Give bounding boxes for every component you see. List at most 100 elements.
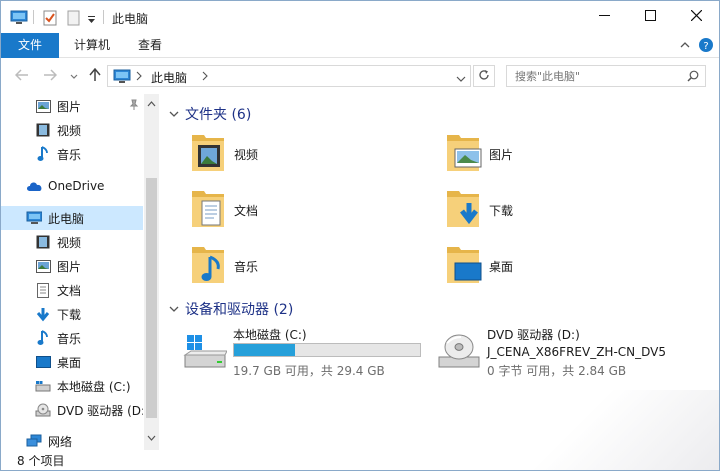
documents-folder-icon: [188, 187, 228, 234]
tab-computer[interactable]: 计算机: [63, 33, 121, 58]
drive-volume-label: J_CENA_X86FREV_ZH-CN_DV5: [487, 345, 667, 359]
chevron-down-icon: [169, 302, 179, 316]
nav-item-pc-desktop[interactable]: 桌面: [1, 350, 143, 374]
search-box[interactable]: [506, 65, 706, 87]
nav-item-onedrive[interactable]: OneDrive: [1, 174, 143, 198]
music-folder-icon: [188, 243, 228, 290]
expand-ribbon-icon[interactable]: [679, 37, 691, 56]
drive-name: 本地磁盘 (C:): [233, 328, 307, 342]
tab-file[interactable]: 文件: [1, 33, 59, 58]
forward-arrow-icon: [43, 68, 58, 84]
ribbon: 文件 计算机 查看 ?: [1, 33, 719, 58]
nav-item-pc-downloads[interactable]: 下载: [1, 302, 143, 326]
folder-music[interactable]: 音乐: [188, 242, 408, 290]
pin-icon[interactable]: [129, 99, 139, 114]
desktop-icon: [35, 354, 51, 370]
back-arrow-icon: [14, 68, 29, 84]
content-pane: 文件夹 (6) 视频 图片 文档 下载 音乐 桌面 设备和驱动器 (2) 本地磁…: [161, 94, 719, 450]
folder-videos[interactable]: 视频: [188, 130, 408, 178]
downloads-icon: [35, 306, 51, 322]
nav-item-network[interactable]: 网络: [1, 429, 143, 450]
scroll-up-arrow[interactable]: [144, 97, 159, 111]
dvd-drive-icon: [437, 333, 481, 374]
breadcrumb-chevron-icon[interactable]: [136, 70, 142, 84]
videos-folder-icon: [188, 131, 228, 178]
search-input[interactable]: [515, 69, 675, 84]
nav-item-pc-videos[interactable]: 视频: [1, 230, 143, 254]
minimize-icon: [598, 10, 610, 24]
customize-quick-access-icon[interactable]: [87, 13, 96, 27]
drive-dvd-d[interactable]: DVD 驱动器 (D:) J_CENA_X86FREV_ZH-CN_DV5 0 …: [437, 325, 687, 381]
desktop-folder-icon: [443, 243, 483, 290]
breadcrumb-this-pc[interactable]: 此电脑: [151, 69, 187, 86]
drive-name: DVD 驱动器 (D:): [487, 328, 580, 342]
new-folder-icon[interactable]: [67, 10, 80, 29]
folder-downloads[interactable]: 下载: [443, 186, 663, 234]
local-disk-icon: [183, 333, 228, 374]
title-bar: 此电脑: [1, 1, 719, 33]
videos-icon: [35, 122, 51, 138]
tab-view[interactable]: 查看: [125, 33, 175, 58]
address-row: 此电脑: [1, 58, 719, 94]
computer-icon[interactable]: [10, 10, 28, 29]
network-icon: [26, 433, 42, 449]
documents-icon: [35, 282, 51, 298]
devices-group-header[interactable]: 设备和驱动器 (2): [169, 298, 293, 320]
nav-item-local-disk[interactable]: 本地磁盘 (C:): [1, 374, 143, 398]
folder-pictures[interactable]: 图片: [443, 130, 663, 178]
capacity-bar: [233, 343, 421, 357]
folder-documents[interactable]: 文档: [188, 186, 408, 234]
nav-item-pc-documents[interactable]: 文档: [1, 278, 143, 302]
maximize-button[interactable]: [627, 1, 673, 33]
title-separator: [103, 10, 104, 24]
local-disk-icon: [35, 378, 51, 394]
folder-desktop[interactable]: 桌面: [443, 242, 663, 290]
pictures-icon: [35, 98, 51, 114]
properties-icon[interactable]: [43, 10, 57, 29]
maximize-icon: [644, 10, 656, 24]
breadcrumb-chevron-icon[interactable]: [202, 70, 208, 84]
videos-icon: [35, 234, 51, 250]
up-arrow-icon: [89, 67, 101, 85]
nav-item-music[interactable]: 音乐: [1, 142, 143, 166]
minimize-button[interactable]: [581, 1, 627, 33]
refresh-button[interactable]: [473, 65, 495, 87]
up-button[interactable]: [86, 67, 104, 85]
title-separator: [33, 10, 34, 24]
address-bar[interactable]: 此电脑: [107, 65, 471, 87]
navigation-pane: 图片 视频 音乐 OneDrive 此电脑 视频 图片 文档 下载 音乐 桌面 …: [1, 94, 159, 450]
scroll-thumb[interactable]: [146, 178, 157, 418]
recent-locations-button[interactable]: [65, 67, 83, 85]
forward-button[interactable]: [41, 67, 59, 85]
nav-item-dvd-drive[interactable]: DVD 驱动器 (D:: [1, 398, 143, 422]
drive-usage: 0 字节 可用，共 2.84 GB: [487, 364, 627, 378]
search-icon[interactable]: [687, 70, 699, 85]
dvd-drive-icon: [35, 402, 51, 418]
address-dropdown-icon[interactable]: [456, 72, 466, 86]
music-icon: [35, 146, 51, 162]
nav-item-pictures[interactable]: 图片: [1, 94, 143, 118]
drive-local-disk-c[interactable]: 本地磁盘 (C:) 19.7 GB 可用，共 29.4 GB: [183, 325, 433, 381]
svg-text:?: ?: [703, 41, 708, 52]
help-icon[interactable]: ?: [698, 37, 714, 56]
folders-group-header[interactable]: 文件夹 (6): [169, 103, 251, 125]
item-count: 8 个项目: [17, 454, 65, 468]
onedrive-cloud-icon: [26, 178, 42, 194]
chevron-down-icon: [70, 69, 78, 83]
nav-item-videos[interactable]: 视频: [1, 118, 143, 142]
window-title: 此电脑: [112, 12, 149, 26]
nav-item-this-pc[interactable]: 此电脑: [1, 206, 143, 230]
nav-scrollbar[interactable]: [144, 94, 159, 450]
scroll-down-arrow[interactable]: [144, 431, 159, 445]
close-icon: [690, 9, 702, 24]
back-button[interactable]: [13, 67, 31, 85]
drive-usage: 19.7 GB 可用，共 29.4 GB: [233, 364, 385, 378]
computer-icon: [26, 210, 42, 226]
refresh-icon: [478, 69, 490, 84]
explorer-window: 此电脑 文件 计算机 查看 ? 此电脑 搜索"此电脑" 图片 视频 音乐 One…: [0, 0, 720, 471]
music-icon: [35, 330, 51, 346]
status-bar: 8 个项目: [1, 450, 719, 470]
nav-item-pc-pictures[interactable]: 图片: [1, 254, 143, 278]
nav-item-pc-music[interactable]: 音乐: [1, 326, 143, 350]
close-button[interactable]: [673, 1, 719, 33]
